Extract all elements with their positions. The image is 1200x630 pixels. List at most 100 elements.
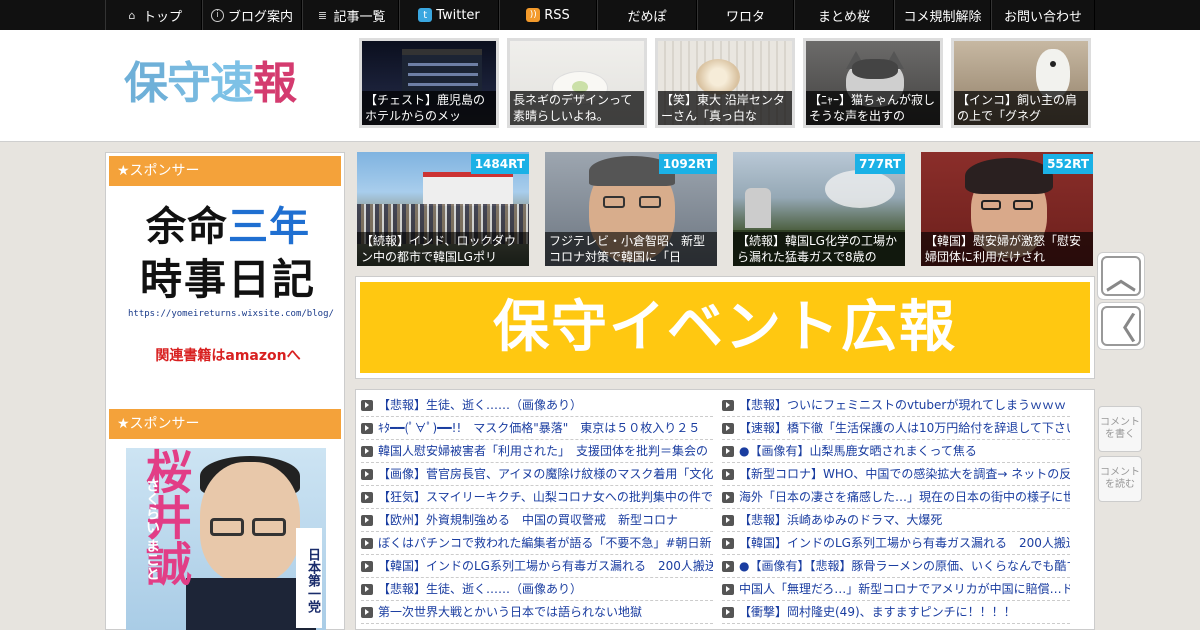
nav-item-comment-unblock[interactable]: コメ規制解除	[894, 0, 991, 30]
list-item-text: ●【画像有】山梨馬鹿女晒されまくって焦る	[739, 444, 977, 458]
nav-label: Twitter	[436, 7, 480, 23]
nav-label: 記事一覧	[333, 9, 386, 25]
list-item-text: 【画像】菅官房長官、アイヌの魔除け紋様のマスク着用「文化	[378, 467, 713, 481]
play-bullet-icon	[361, 514, 373, 526]
nav-item-top[interactable]: ⌂ トップ	[105, 0, 202, 30]
article-list-left: 【悲報】生徒、逝く……（画像あり） ｷﾀ━━(ﾟ∀ﾟ)━━!! マスク価格"暴落…	[361, 394, 713, 624]
rt-card[interactable]: 777RT 【続報】韓国LG化学の工場から漏れた猛毒ガスで8歳の	[733, 152, 905, 266]
ad-party-name: 日本第一党	[296, 528, 322, 628]
play-bullet-icon	[722, 606, 734, 618]
nav-label: RSS	[544, 7, 570, 23]
rt-caption: フジテレビ・小倉智昭、新型コロナ対策で韓国に「日	[545, 232, 717, 266]
list-item[interactable]: 【速報】橋下徹「生活保護の人は10万円給付を辞退して下さい	[722, 417, 1070, 440]
header-thumb[interactable]: 【インコ】飼い主の肩の上で「グネグ	[951, 38, 1091, 128]
nav-item-twitter[interactable]: t Twitter	[399, 0, 499, 30]
header-thumb[interactable]: 長ネギのデザインって素晴らしいよね。	[507, 38, 647, 128]
list-item-text: 【韓国】インドのLG系列工場から有毒ガス漏れる 200人搬送	[739, 536, 1070, 550]
header-thumb[interactable]: 【ﾆｬｰ】猫ちゃんが寂しそうな声を出すの	[803, 38, 943, 128]
rt-card[interactable]: 1092RT フジテレビ・小倉智昭、新型コロナ対策で韓国に「日	[545, 152, 717, 266]
list-item-text: 第一次世界大戦とかいう日本では語られない地獄	[378, 605, 643, 619]
list-item-text: ●【画像有】【悲報】豚骨ラーメンの原価、いくらなんでも酷す	[739, 559, 1070, 573]
ad-title-part: 余命	[146, 204, 228, 250]
rt-card[interactable]: 552RT 【韓国】慰安婦が激怒「慰安婦団体に利用だけされ	[921, 152, 1093, 266]
list-item[interactable]: 【狂気】スマイリーキクチ、山梨コロナ女への批判集中の件で	[361, 486, 713, 509]
portrait-glasses	[210, 518, 244, 536]
sponsor-heading: ★スポンサー	[109, 156, 341, 186]
nav-item-matome-sakura[interactable]: まとめ桜	[794, 0, 894, 30]
play-bullet-icon	[361, 583, 373, 595]
list-icon: ≣	[317, 8, 328, 22]
list-item-text: 【悲報】浜崎あゆみのドラマ、大爆死	[739, 513, 943, 527]
list-item-text: 【韓国】インドのLG系列工場から有毒ガス漏れる 200人搬送	[378, 559, 713, 573]
list-item[interactable]: 【衝撃】岡村隆史(49)、ますますピンチに！！！！	[722, 601, 1070, 624]
play-bullet-icon	[361, 560, 373, 572]
list-item[interactable]: 【欧州】外資規制強める 中国の買収警戒 新型コロナ	[361, 509, 713, 532]
list-item-text: 【新型コロナ】WHO、中国での感染拡大を調査→ ネットの反応	[739, 467, 1070, 481]
logo-char: 速	[210, 58, 254, 109]
logo-char: 報	[253, 58, 297, 109]
nav-label: ワロタ	[725, 9, 765, 25]
article-list-right: 【悲報】ついにフェミニストのvtuberが現れてしまうｗｗｗ 【速報】橋下徹「生…	[722, 394, 1070, 624]
list-item[interactable]: 【新型コロナ】WHO、中国での感染拡大を調査→ ネットの反応	[722, 463, 1070, 486]
nav-item-article-list[interactable]: ≣ 記事一覧	[302, 0, 399, 30]
nav-label: トップ	[142, 9, 182, 25]
list-item-text: ぼくはパチンコで救われた編集者が語る「不要不急」#朝日新	[378, 536, 712, 550]
list-item-text: 【悲報】生徒、逝く……（画像あり）	[378, 398, 583, 412]
ad-amazon-link[interactable]: 関連書籍はamazonへ	[128, 345, 328, 365]
list-item[interactable]: 【韓国】インドのLG系列工場から有毒ガス漏れる 200人搬送	[361, 555, 713, 578]
thumb-caption: 【笑】東大 沿岸センターさん「真っ白な	[658, 91, 792, 125]
list-item[interactable]: 第一次世界大戦とかいう日本では語られない地獄	[361, 601, 713, 624]
play-bullet-icon	[361, 537, 373, 549]
list-item[interactable]: ●【画像有】山梨馬鹿女晒されまくって焦る	[722, 440, 1070, 463]
sponsor-ad-sakurai[interactable]: 桜井誠 さくらい まこと 日本第一党	[126, 448, 326, 630]
play-bullet-icon	[361, 491, 373, 503]
back-button[interactable]: 〈	[1097, 302, 1145, 350]
rt-caption: 【続報】韓国LG化学の工場から漏れた猛毒ガスで8歳の	[733, 232, 905, 266]
nav-item-warota[interactable]: ワロタ	[697, 0, 794, 30]
nav-item-damepo[interactable]: だめぽ	[597, 0, 697, 30]
list-item-text: 【悲報】ついにフェミニストのvtuberが現れてしまうｗｗｗ	[739, 398, 1066, 412]
site-logo[interactable]: 保守速報	[124, 54, 324, 114]
list-item[interactable]: 海外「日本の凄さを痛感した…」現在の日本の街中の様子に世	[722, 486, 1070, 509]
write-comment-button[interactable]: コメントを書く	[1098, 406, 1142, 452]
list-item[interactable]: 中国人「無理だろ…」新型コロナでアメリカが中国に賠償…ド	[722, 578, 1070, 601]
list-item[interactable]: 【韓国】インドのLG系列工場から有毒ガス漏れる 200人搬送	[722, 532, 1070, 555]
rt-count-badge: 1092RT	[658, 154, 717, 174]
list-item-text: 【狂気】スマイリーキクチ、山梨コロナ女への批判集中の件で	[378, 490, 713, 504]
chevron-left-icon: 〈	[1101, 306, 1141, 347]
list-item[interactable]: 【悲報】生徒、逝く……（画像あり）	[361, 578, 713, 601]
header-thumb[interactable]: 【チェスト】鹿児島のホテルからのメッ	[359, 38, 499, 128]
list-item[interactable]: 【悲報】生徒、逝く……（画像あり）	[361, 394, 713, 417]
list-item[interactable]: ぼくはパチンコで救われた編集者が語る「不要不急」#朝日新	[361, 532, 713, 555]
scroll-top-button[interactable]: ︿	[1097, 252, 1145, 300]
rt-card[interactable]: 1484RT 【続報】インド、ロックダウン中の都市で韓国LGポリ	[357, 152, 529, 266]
play-bullet-icon	[722, 399, 734, 411]
rt-count-badge: 777RT	[855, 154, 905, 174]
list-item[interactable]: 【悲報】ついにフェミニストのvtuberが現れてしまうｗｗｗ	[722, 394, 1070, 417]
play-bullet-icon	[722, 422, 734, 434]
nav-label: だめぽ	[627, 9, 667, 25]
nav-item-contact[interactable]: お問い合わせ	[991, 0, 1095, 30]
banner-text: 保守イベント広報	[360, 282, 1090, 373]
nav-item-blog-info[interactable]: i ブログ案内	[202, 0, 302, 30]
ad-candidate-kana: さくらい まこと	[144, 478, 160, 581]
play-bullet-icon	[361, 468, 373, 480]
header-thumb[interactable]: 【笑】東大 沿岸センターさん「真っ白な	[655, 38, 795, 128]
rt-caption: 【続報】インド、ロックダウン中の都市で韓国LGポリ	[357, 232, 529, 266]
thumb-caption: 【チェスト】鹿児島のホテルからのメッ	[362, 91, 496, 125]
list-item[interactable]: 【悲報】浜崎あゆみのドラマ、大爆死	[722, 509, 1070, 532]
ad-url: https://yomeireturns.wixsite.com/blog/	[128, 309, 334, 319]
sidebar: ★スポンサー 余命三年 時事日記 https://yomeireturns.wi…	[105, 152, 345, 630]
list-item[interactable]: 【画像】菅官房長官、アイヌの魔除け紋様のマスク着用「文化	[361, 463, 713, 486]
read-comment-button[interactable]: コメントを読む	[1098, 456, 1142, 502]
event-banner[interactable]: 保守イベント広報	[355, 276, 1095, 379]
play-bullet-icon	[361, 445, 373, 457]
list-item[interactable]: 韓国人慰安婦被害者「利用された」 支援団体を批判＝集会の	[361, 440, 713, 463]
rss-icon: ))	[526, 8, 541, 22]
list-item[interactable]: ｷﾀ━━(ﾟ∀ﾟ)━━!! マスク価格"暴落" 東京は５０枚入り２５	[361, 417, 713, 440]
sponsor-ad-yomei[interactable]: 余命三年 時事日記 https://yomeireturns.wixsite.c…	[128, 201, 334, 381]
nav-item-rss[interactable]: )) RSS	[499, 0, 597, 30]
logo-char: 守	[167, 58, 211, 109]
list-item[interactable]: ●【画像有】【悲報】豚骨ラーメンの原価、いくらなんでも酷す	[722, 555, 1070, 578]
play-bullet-icon	[722, 491, 734, 503]
